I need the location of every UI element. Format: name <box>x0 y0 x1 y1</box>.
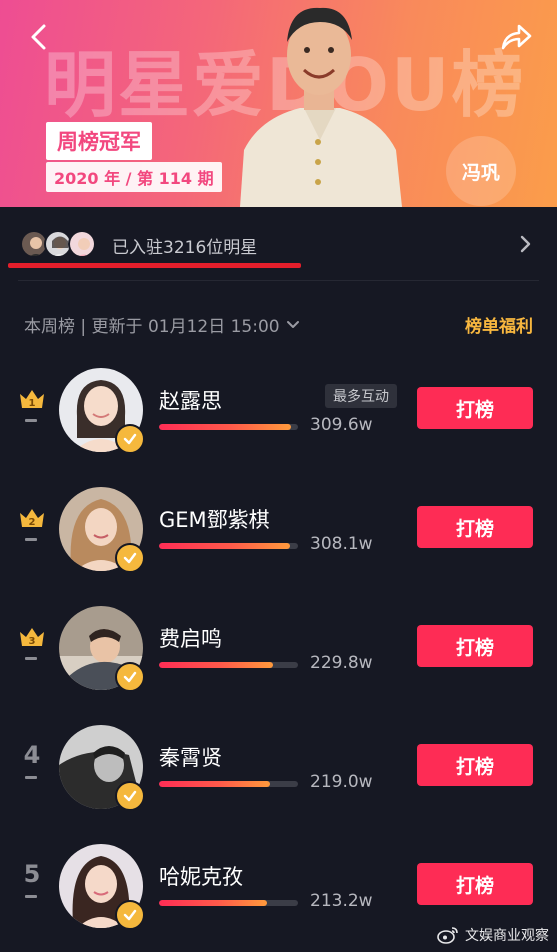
star-name: GEM鄧紫棋 <box>159 508 270 532</box>
progress-bar <box>159 662 298 668</box>
progress-fill <box>159 424 292 430</box>
verified-icon <box>115 543 145 573</box>
list-item: 3 费启鸣 229.8w 打榜 <box>0 606 557 702</box>
progress-fill <box>159 900 268 906</box>
vote-button[interactable]: 打榜 <box>417 625 533 667</box>
vote-button[interactable]: 打榜 <box>417 744 533 786</box>
score: 309.6w <box>310 415 373 435</box>
period-selector[interactable]: 本周榜 | 更新于 01月12日 15:00 <box>24 312 300 337</box>
progress-bar <box>159 900 298 906</box>
avatar[interactable] <box>59 606 145 692</box>
score: 229.8w <box>310 653 373 673</box>
star-name: 哈妮克孜 <box>159 865 243 889</box>
rank-change-dash <box>25 657 37 660</box>
avatar <box>68 230 96 258</box>
ranking-benefits-link[interactable]: 榜单福利 <box>465 312 533 337</box>
score: 213.2w <box>310 891 373 911</box>
most-interaction-tag: 最多互动 <box>325 384 397 408</box>
rank-number: 1 <box>29 398 36 409</box>
highlight-underline <box>8 263 301 268</box>
score: 219.0w <box>310 772 373 792</box>
verified-icon <box>115 781 145 811</box>
joined-stars-row[interactable]: 已入驻3216位明星 <box>0 220 557 268</box>
rank-change-dash <box>25 538 37 541</box>
score: 308.1w <box>310 534 373 554</box>
chevron-right-icon <box>520 235 531 253</box>
champion-badge: 周榜冠军 <box>46 122 152 160</box>
vote-button[interactable]: 打榜 <box>417 506 533 548</box>
banner: 明星爱DOU榜 周榜冠军 2020 年 / 第 114 期 冯巩 <box>0 0 557 207</box>
verified-icon <box>115 900 145 930</box>
rank-change-dash <box>25 895 37 898</box>
bronze-crown-icon: 3 <box>20 628 44 647</box>
silver-crown-icon: 2 <box>20 509 44 528</box>
star-name: 秦霄贤 <box>159 746 222 770</box>
joined-count-text: 已入驻3216位明星 <box>112 238 258 258</box>
update-time-text: 本周榜 | 更新于 01月12日 15:00 <box>24 317 280 337</box>
star-name: 费启鸣 <box>159 627 222 651</box>
back-icon[interactable] <box>24 22 54 52</box>
progress-fill <box>159 781 271 787</box>
avatar[interactable] <box>59 487 145 573</box>
champion-name: 冯巩 <box>446 136 516 206</box>
avatar[interactable] <box>59 725 145 811</box>
rank-number: 3 <box>29 636 36 647</box>
list-item: 2 GEM鄧紫棋 308.1w 打榜 <box>0 487 557 583</box>
progress-fill <box>159 662 273 668</box>
rank-change-dash <box>25 419 37 422</box>
progress-bar <box>159 543 298 549</box>
rank-change-dash <box>25 776 37 779</box>
rank-number: 5 <box>23 860 41 888</box>
watermark-text: 文娱商业观察 <box>465 928 549 944</box>
chevron-down-icon <box>286 320 299 328</box>
list-item: 1 赵露思 最多互动 309.6w 打榜 <box>0 368 557 464</box>
rank-number: 4 <box>23 741 41 769</box>
verified-icon <box>115 424 145 454</box>
progress-fill <box>159 543 290 549</box>
gold-crown-icon: 1 <box>20 390 44 409</box>
vote-button[interactable]: 打榜 <box>417 387 533 429</box>
avatar[interactable] <box>59 368 145 454</box>
progress-bar <box>159 781 298 787</box>
divider <box>18 280 539 281</box>
watermark: 文娱商业观察 <box>437 925 549 945</box>
period-badge: 2020 年 / 第 114 期 <box>46 162 222 192</box>
star-photo <box>240 7 402 207</box>
verified-icon <box>115 662 145 692</box>
list-item: 4 秦霄贤 219.0w 打榜 <box>0 725 557 821</box>
avatar[interactable] <box>59 844 145 930</box>
avatar-stack <box>20 230 104 260</box>
star-name: 赵露思 <box>159 389 222 413</box>
rank-number: 2 <box>29 517 36 528</box>
vote-button[interactable]: 打榜 <box>417 863 533 905</box>
progress-bar <box>159 424 298 430</box>
weibo-icon <box>437 927 458 944</box>
share-icon[interactable] <box>499 22 533 52</box>
